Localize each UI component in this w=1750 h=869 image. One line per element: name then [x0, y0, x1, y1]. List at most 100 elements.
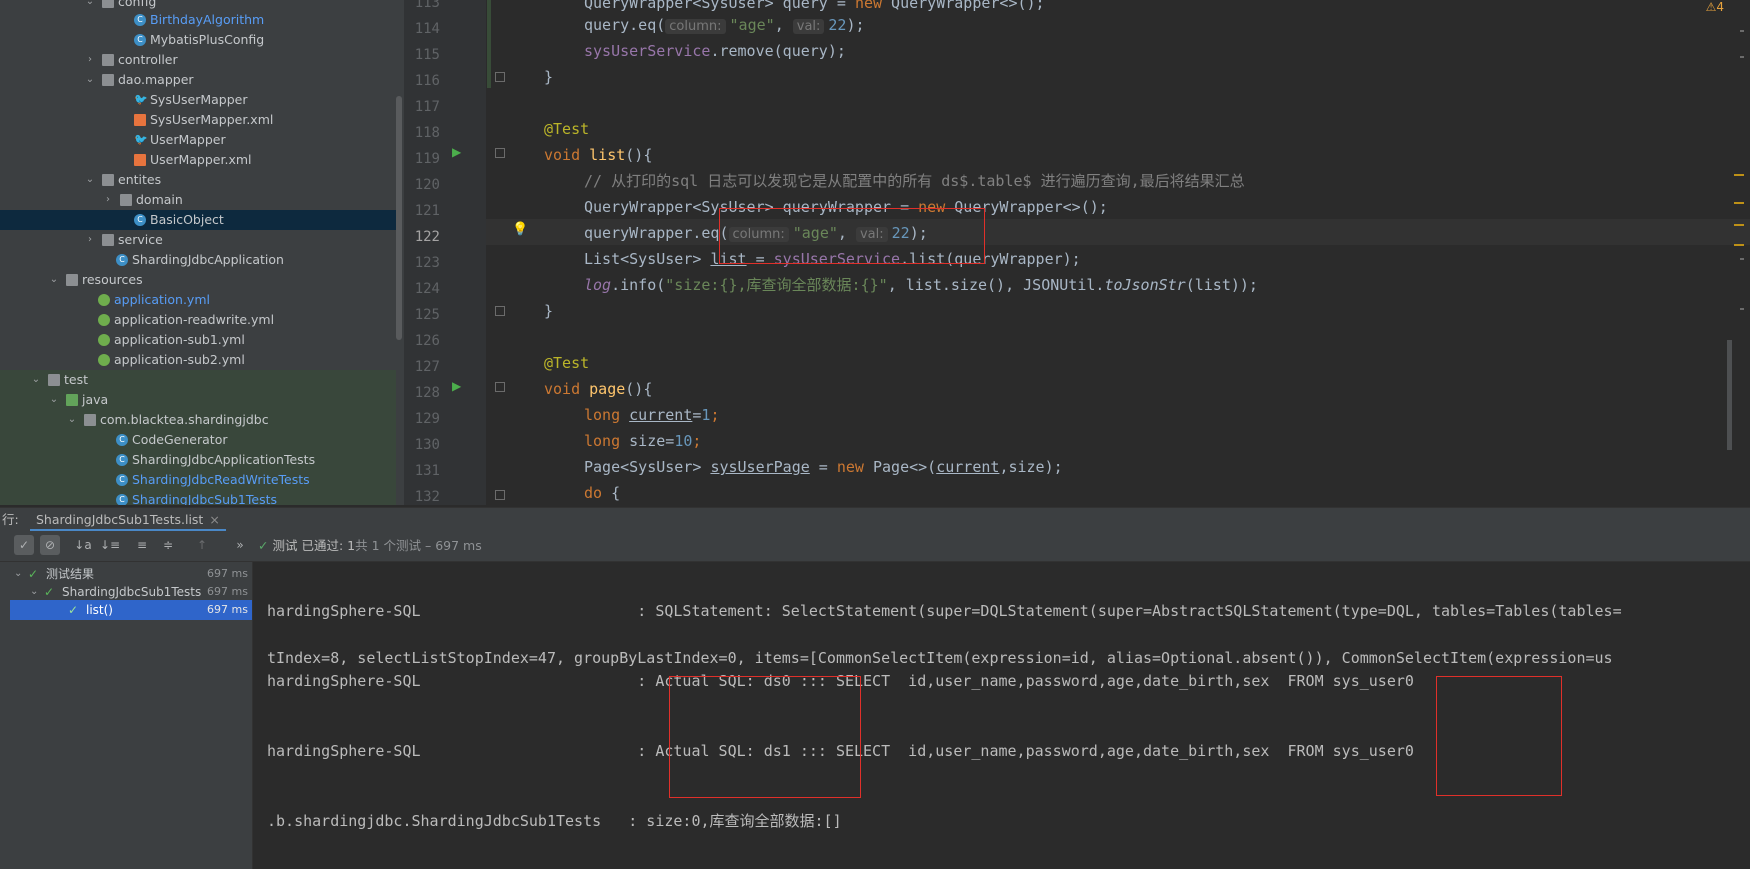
param-hint: val: [792, 19, 825, 34]
line-number: 118 [414, 125, 440, 141]
chevron-down-icon[interactable]: ⌄ [84, 70, 96, 90]
code-line-118[interactable]: @Test [544, 116, 589, 142]
code-line-115[interactable]: sysUserService.remove(query); [584, 38, 846, 64]
fold-marker-icon[interactable] [495, 382, 505, 392]
project-tree-item[interactable]: application-sub2.yml [0, 350, 396, 370]
fold-marker-icon[interactable] [495, 306, 505, 316]
code-line-129[interactable]: long current=1; [584, 402, 719, 428]
project-tree-item[interactable]: › controller [0, 50, 396, 70]
expand-all-button[interactable]: ≡ [132, 535, 152, 555]
code-line-131[interactable]: Page<SysUser> sysUserPage = new Page<>(c… [584, 454, 1063, 480]
chevron-down-icon[interactable]: ⌄ [66, 410, 78, 430]
xml-icon [134, 114, 146, 126]
project-tree-item[interactable]: ⌄ dao.mapper [0, 70, 396, 90]
project-tree-item-label: SysUserMapper.xml [150, 112, 274, 127]
code-line-116[interactable]: } [544, 64, 553, 90]
sort-alpha-button[interactable]: ↓a [73, 535, 93, 555]
line-number: 126 [414, 333, 440, 349]
code-line-119[interactable]: void list(){ [544, 142, 652, 168]
chevron-down-icon[interactable]: ⌄ [48, 390, 60, 410]
project-tree-item[interactable]: MybatisPlusConfig [0, 30, 396, 50]
project-tree-item[interactable]: ⌄ test [0, 370, 396, 390]
project-tree-item[interactable]: › domain [0, 190, 396, 210]
collapse-all-button[interactable]: ≑ [158, 535, 178, 555]
project-tree-item[interactable]: UserMapper.xml [0, 150, 396, 170]
yml-icon [98, 334, 110, 346]
line-number: 113 [414, 0, 440, 11]
run-tab[interactable]: ShardingJdbcSub1Tests.list × [30, 508, 226, 532]
annotation-box [719, 208, 985, 264]
folder-icon [102, 54, 114, 66]
project-tree-item-label: ShardingJdbcSub1Tests [132, 492, 278, 505]
chevron-down-icon[interactable]: ⌄ [14, 564, 22, 584]
fold-marker-icon[interactable] [495, 72, 505, 82]
project-tree-item-label: application-readwrite.yml [114, 312, 275, 327]
project-tree-item[interactable]: application-readwrite.yml [0, 310, 396, 330]
project-tree-item[interactable]: application.yml [0, 290, 396, 310]
chevron-down-icon[interactable]: ⌄ [30, 370, 42, 390]
check-icon: ✓ [28, 567, 39, 581]
code-line-114[interactable]: query.eq(column: "age", val: 22); [584, 12, 865, 38]
project-tree-item[interactable]: ⌄ entites [0, 170, 396, 190]
project-tree-item-label: application-sub1.yml [114, 332, 245, 347]
project-tree-item[interactable]: SysUserMapper.xml [0, 110, 396, 130]
run-label: 行: [2, 512, 19, 527]
code-line-125[interactable]: } [544, 298, 553, 324]
code-editor[interactable]: 113 114 115 116 117 118 119 120 121 122 123 124 125 1… [404, 0, 1750, 505]
project-tree-item[interactable]: › service [0, 230, 396, 250]
chevron-right-icon[interactable]: › [84, 50, 96, 70]
chevron-right-icon[interactable]: › [102, 190, 114, 210]
project-tree-item[interactable]: 🐦 UserMapper [0, 130, 396, 150]
chevron-down-icon[interactable]: ⌄ [30, 582, 38, 602]
test-result-item[interactable]: ✓ list() 697 ms [10, 600, 252, 620]
close-icon[interactable]: × [209, 512, 219, 527]
project-tree-item[interactable]: ShardingJdbcApplicationTests [0, 450, 396, 470]
project-tree-item[interactable]: BasicObject [0, 210, 396, 230]
project-tree-item[interactable]: CodeGenerator [0, 430, 396, 450]
lightbulb-icon[interactable]: 💡 [512, 222, 528, 237]
show-passed-button[interactable]: ✓ [14, 535, 34, 555]
sort-duration-button[interactable]: ↓≡ [100, 535, 120, 555]
code-line-120[interactable]: // 从打印的sql 日志可以发现它是从配置中的所有 ds$.table$ 进行… [584, 168, 1245, 194]
project-tree-item[interactable]: 🐦 SysUserMapper [0, 90, 396, 110]
project-tree-item[interactable]: application-sub1.yml [0, 330, 396, 350]
project-tree-item[interactable]: ShardingJdbcReadWriteTests [0, 470, 396, 490]
project-tree-item[interactable]: ⌄ java [0, 390, 396, 410]
show-ignored-button[interactable]: ⊘ [40, 535, 60, 555]
fold-marker-icon[interactable] [495, 148, 505, 158]
yml-icon [98, 354, 110, 366]
chevron-down-icon[interactable]: ⌄ [48, 270, 60, 290]
test-result-label: list() [86, 603, 113, 617]
prev-failed-button[interactable]: ↑ [192, 535, 212, 555]
test-result-item[interactable]: ⌄ ✓ 测试结果 697 ms [10, 564, 252, 584]
code-line-132[interactable]: do { [584, 480, 620, 505]
line-number: 127 [414, 359, 440, 375]
run-test-icon[interactable]: ▶ [452, 146, 464, 158]
code-line-124[interactable]: log.info("size:{},库查询全部数据:{}", list.size… [584, 272, 1258, 298]
fold-marker-icon[interactable] [495, 490, 505, 500]
project-tree-item[interactable]: BirthdayAlgorithm [0, 10, 396, 30]
project-tree-item[interactable]: ⌄ resources [0, 270, 396, 290]
project-tree-item[interactable]: ShardingJdbcSub1Tests [0, 490, 396, 505]
folder-icon [102, 174, 114, 186]
code-line-128[interactable]: void page(){ [544, 376, 652, 402]
warning-count-badge[interactable]: ⚠4 [1706, 0, 1724, 14]
project-tree-item-label: java [82, 392, 109, 407]
project-tree-item-label: application.yml [114, 292, 210, 307]
check-icon: ✓ [258, 538, 269, 553]
project-tree-item[interactable]: ShardingJdbcApplication [0, 250, 396, 270]
run-test-icon[interactable]: ▶ [452, 380, 464, 392]
test-result-item[interactable]: ⌄ ✓ ShardingJdbcSub1Tests 697 ms [10, 582, 252, 602]
chevron-down-icon[interactable]: ⌄ [84, 170, 96, 190]
class-icon [116, 454, 128, 466]
project-tree-item-label: SysUserMapper [150, 92, 248, 107]
console-output[interactable]: hardingSphere-SQL : SQLStatement: Select… [253, 562, 1750, 869]
more-icon[interactable]: » [230, 535, 250, 555]
project-tree-item[interactable]: ⌄ com.blacktea.shardingjdbc [0, 410, 396, 430]
code-line-127[interactable]: @Test [544, 350, 589, 376]
test-duration: 697 ms [207, 567, 248, 580]
chevron-right-icon[interactable]: › [84, 230, 96, 250]
class-icon [134, 34, 146, 46]
code-line-130[interactable]: long size=10; [584, 428, 701, 454]
project-tree-scrollbar[interactable] [396, 96, 402, 340]
